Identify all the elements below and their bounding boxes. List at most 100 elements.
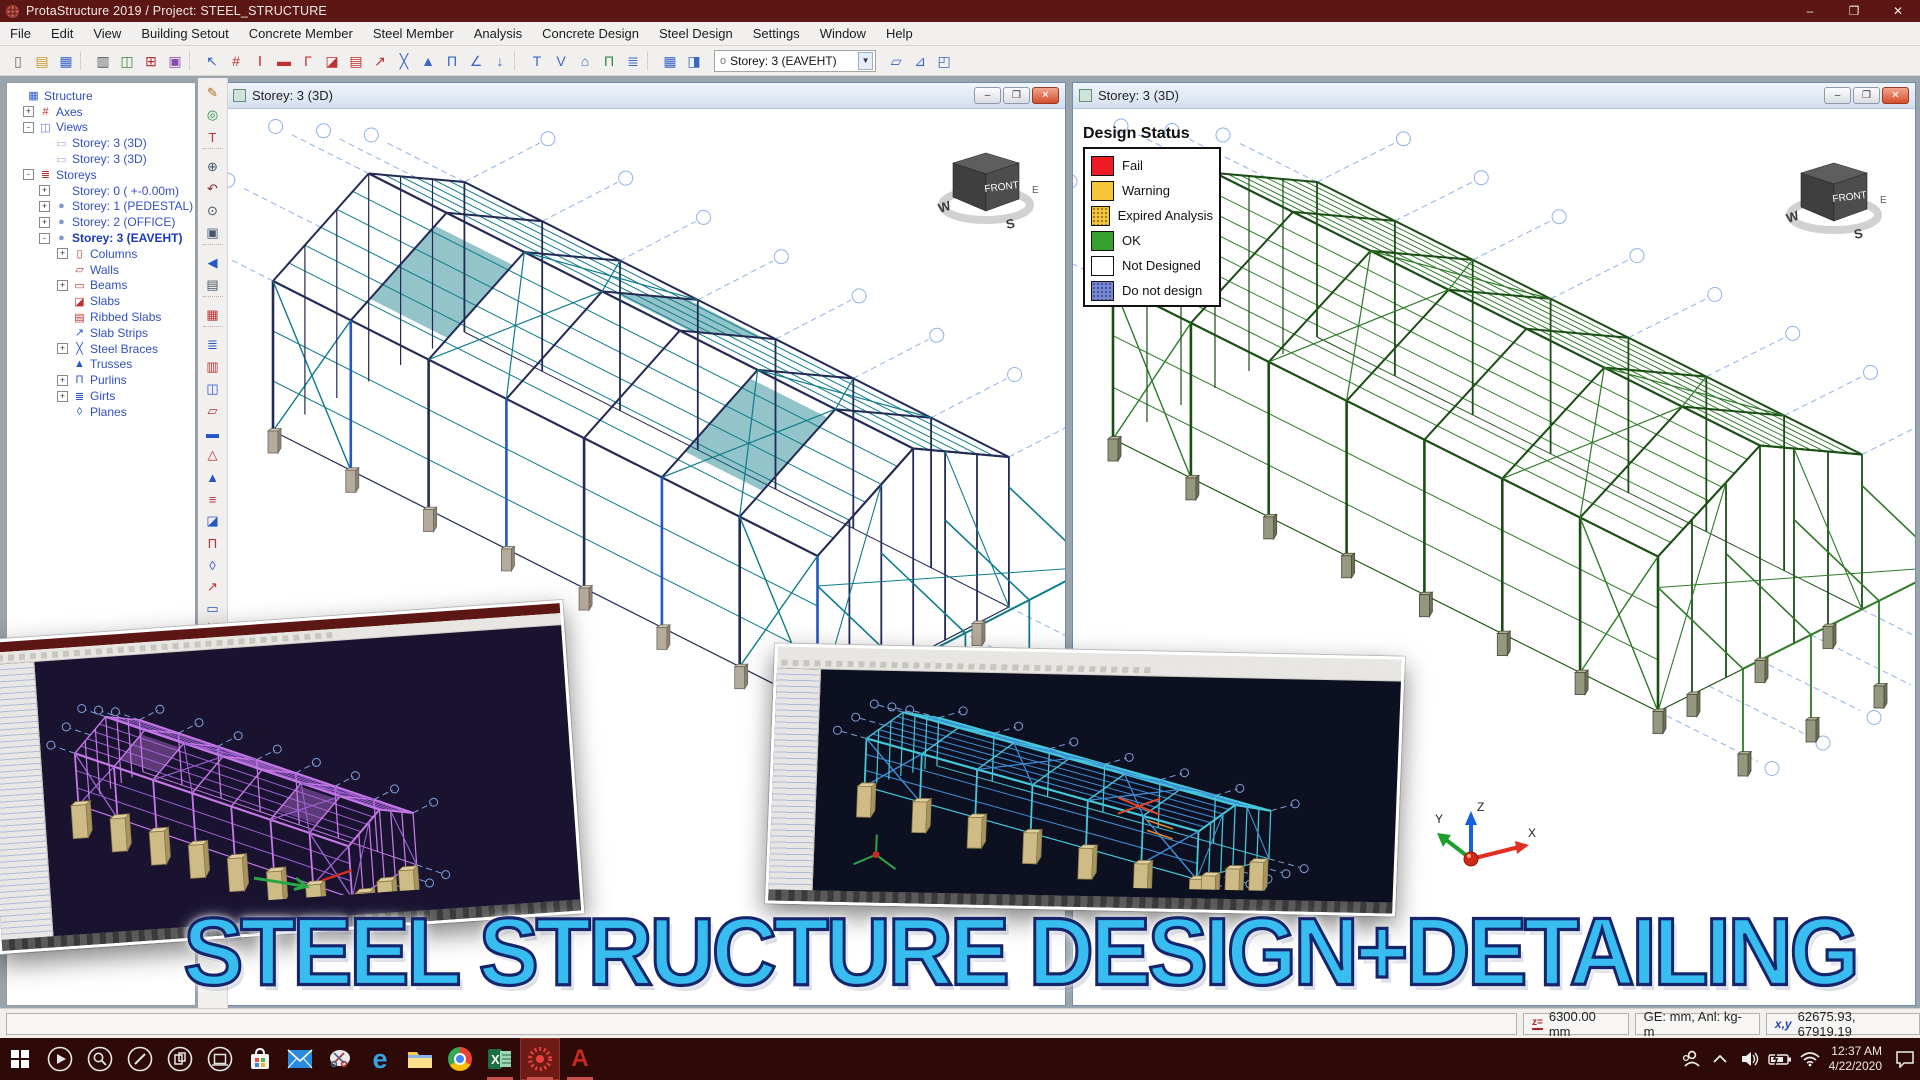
toolbar-icon[interactable]: ◰ [932, 49, 956, 73]
tree-expand-toggle[interactable] [39, 154, 50, 165]
tree-expand-toggle[interactable] [11, 90, 22, 101]
explorer-icon[interactable] [400, 1038, 440, 1080]
notification-center-icon[interactable] [1890, 1038, 1920, 1080]
toolbar-icon[interactable]: ◪ [320, 49, 344, 73]
side-toolbar-icon[interactable]: ↗ [201, 576, 225, 598]
people-icon[interactable] [1675, 1038, 1705, 1080]
tree-item[interactable]: + ▯ Columns [7, 246, 195, 262]
toolbar-icon[interactable]: ▦ [658, 49, 682, 73]
toolbar-icon[interactable]: ≣ [621, 49, 645, 73]
side-toolbar-icon[interactable]: ≣ [201, 334, 225, 356]
tree-item[interactable]: + Π Purlins [7, 372, 195, 388]
side-toolbar-icon[interactable]: ✎ [201, 82, 225, 104]
wifi-icon[interactable] [1795, 1038, 1825, 1080]
tree-item[interactable]: ▭ Storey: 3 (3D) [7, 135, 195, 151]
excel-icon[interactable]: X [480, 1038, 520, 1080]
tree-item[interactable]: + # Axes [7, 104, 195, 120]
tree-expand-toggle[interactable]: - [23, 169, 34, 180]
toolbar-icon[interactable]: ↗ [368, 49, 392, 73]
tree-item[interactable]: - ◫ Views [7, 120, 195, 136]
tree-item[interactable]: - ● Storey: 3 (EAVEHT) [7, 230, 195, 246]
tree-item[interactable]: + Storey: 0 ( +-0.00m) [7, 183, 195, 199]
tree-item[interactable]: ↗ Slab Strips [7, 325, 195, 341]
menu-item[interactable]: Concrete Design [532, 22, 649, 46]
menu-item[interactable]: View [83, 22, 131, 46]
toolbar-icon[interactable]: Ⅰ [248, 49, 272, 73]
tree-expand-toggle[interactable] [57, 264, 68, 275]
mdi-close-button[interactable]: ✕ [1882, 87, 1909, 104]
side-toolbar-icon[interactable]: ⊙ [201, 200, 225, 222]
toolbar-icon[interactable]: ⊿ [908, 49, 932, 73]
snip-icon[interactable] [320, 1038, 360, 1080]
tree-expand-toggle[interactable]: + [23, 106, 34, 117]
restore-button[interactable]: ❐ [1832, 0, 1876, 22]
menu-item[interactable]: Edit [41, 22, 83, 46]
taskbar-clock[interactable]: 12:37 AM 4/22/2020 [1825, 1044, 1890, 1074]
toolbar-icon[interactable]: ∠ [464, 49, 488, 73]
tree-expand-toggle[interactable] [39, 138, 50, 149]
menu-item[interactable]: Steel Member [363, 22, 464, 46]
side-toolbar-icon[interactable]: ▤ [201, 274, 225, 296]
tree-expand-toggle[interactable]: - [39, 233, 50, 244]
tree-item[interactable]: + ● Storey: 2 (OFFICE) [7, 214, 195, 230]
toolbar-icon[interactable]: Γ [296, 49, 320, 73]
tree-item[interactable]: ▦ Structure [7, 88, 195, 104]
toolbar-icon[interactable]: ◨ [682, 49, 706, 73]
battery-icon[interactable] [1765, 1038, 1795, 1080]
side-toolbar-icon[interactable]: ▬ [201, 422, 225, 444]
tree-expand-toggle[interactable] [57, 359, 68, 370]
side-toolbar-icon[interactable] [203, 244, 223, 252]
tree-expand-toggle[interactable]: + [39, 201, 50, 212]
mdi-restore-button[interactable]: ❐ [1853, 87, 1880, 104]
menu-item[interactable]: Concrete Member [239, 22, 363, 46]
side-toolbar-icon[interactable]: ◪ [201, 510, 225, 532]
mdi-restore-button[interactable]: ❐ [1003, 87, 1030, 104]
chevron-up-icon[interactable] [1705, 1038, 1735, 1080]
tree-expand-toggle[interactable] [57, 327, 68, 338]
chrome-icon[interactable] [440, 1038, 480, 1080]
mdi-window-title-bar[interactable]: Storey: 3 (3D) – ❐ ✕ [1073, 83, 1915, 109]
toolbar-icon[interactable]: ⊞ [139, 49, 163, 73]
menu-item[interactable]: Building Setout [131, 22, 238, 46]
toolbar-icon[interactable]: ▥ [91, 49, 115, 73]
tree-item[interactable]: ▲ Trusses [7, 357, 195, 373]
tree-item[interactable]: + ≣ Girts [7, 388, 195, 404]
menu-item[interactable]: Help [876, 22, 923, 46]
tree-item[interactable]: + ╳ Steel Braces [7, 341, 195, 357]
side-toolbar-icon[interactable] [203, 326, 223, 334]
toolbar-icon[interactable] [647, 51, 656, 71]
side-toolbar-icon[interactable]: ▣ [201, 222, 225, 244]
tree-item[interactable]: + ▭ Beams [7, 278, 195, 294]
toolbar-icon[interactable]: T [525, 49, 549, 73]
side-toolbar-icon[interactable]: ↶ [201, 178, 225, 200]
side-toolbar-icon[interactable]: ▦ [201, 304, 225, 326]
side-toolbar-icon[interactable]: Π [201, 532, 225, 554]
tree-item[interactable]: ▤ Ribbed Slabs [7, 309, 195, 325]
toolbar-icon[interactable]: ▦ [54, 49, 78, 73]
edge-icon[interactable]: e [360, 1038, 400, 1080]
navigation-cube[interactable]: FRONT W S E [931, 145, 1041, 233]
toolbar-icon[interactable]: Π [597, 49, 621, 73]
menu-item[interactable]: Window [810, 22, 876, 46]
store-icon[interactable] [240, 1038, 280, 1080]
side-toolbar-icon[interactable]: ◎ [201, 104, 225, 126]
side-toolbar-icon[interactable]: △ [201, 444, 225, 466]
toolbar-icon[interactable]: ▬ [272, 49, 296, 73]
toolbar-icon[interactable] [80, 51, 89, 71]
side-toolbar-icon[interactable]: ▱ [201, 400, 225, 422]
mdi-minimize-button[interactable]: – [1824, 87, 1851, 104]
volume-icon[interactable] [1735, 1038, 1765, 1080]
side-toolbar-icon[interactable]: ⊕ [201, 156, 225, 178]
side-toolbar-icon[interactable]: ◀ [201, 252, 225, 274]
toolbar-icon[interactable]: Π [440, 49, 464, 73]
tree-expand-toggle[interactable] [57, 312, 68, 323]
menu-item[interactable]: File [0, 22, 41, 46]
start-button[interactable] [0, 1038, 40, 1080]
side-toolbar-icon[interactable]: T [201, 126, 225, 148]
toolbar-icon[interactable]: ▯ [6, 49, 30, 73]
toolbar-icon[interactable]: ╳ [392, 49, 416, 73]
side-toolbar-icon[interactable]: ▥ [201, 356, 225, 378]
pen-icon[interactable] [120, 1038, 160, 1080]
close-button[interactable]: ✕ [1876, 0, 1920, 22]
tree-item[interactable]: ▭ Storey: 3 (3D) [7, 151, 195, 167]
